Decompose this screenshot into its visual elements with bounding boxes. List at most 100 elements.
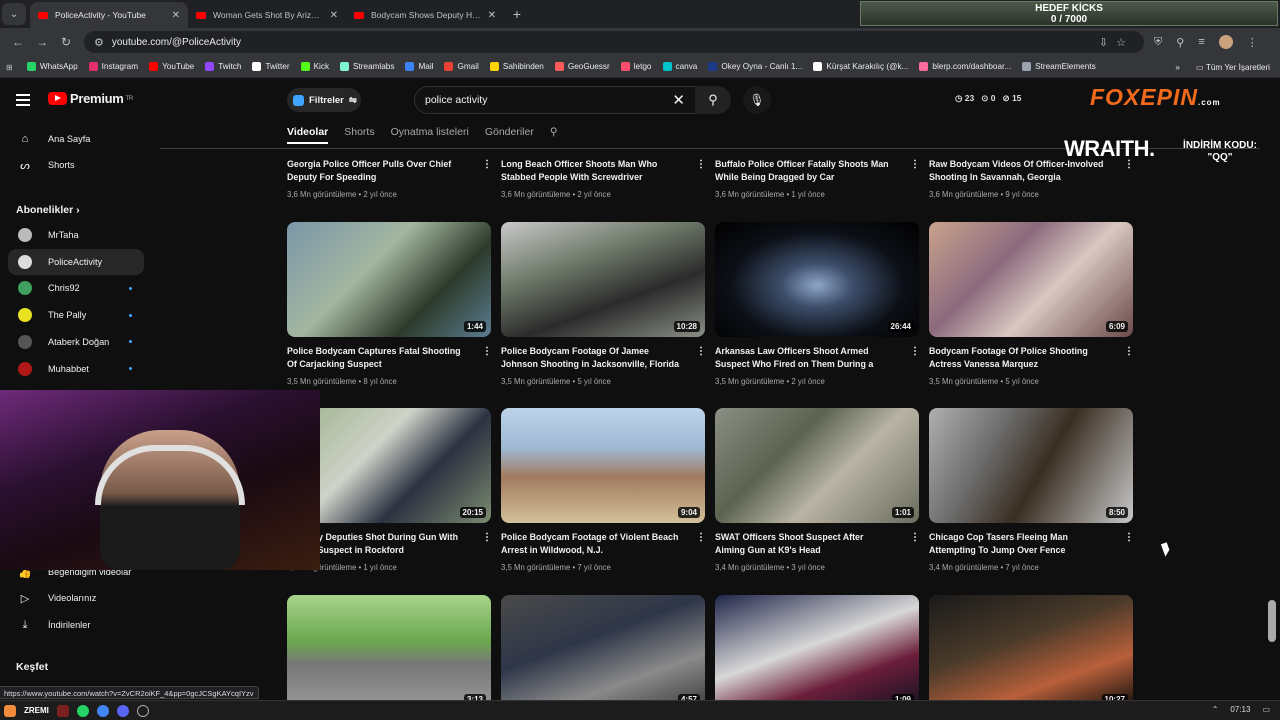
site-info-icon[interactable]: ⚙	[94, 36, 104, 49]
settings-icon[interactable]	[136, 704, 149, 717]
chrome-icon[interactable]	[96, 704, 109, 717]
tray-chevron-icon[interactable]: ⌃	[1212, 705, 1219, 714]
notifications-icon[interactable]: ▭	[1262, 705, 1270, 714]
bookmark-item[interactable]: WhatsApp	[26, 62, 78, 71]
more-options-icon[interactable]: ⋮	[1124, 346, 1134, 357]
bookmark-item[interactable]: Sahibinden	[489, 62, 544, 71]
tab-search-button[interactable]: ⌄	[2, 3, 26, 25]
tab-playlists[interactable]: Oynatma listeleri	[391, 126, 469, 144]
sidebar-item-shorts[interactable]: ᔕ Shorts	[8, 152, 144, 178]
voice-search-button[interactable]: 🎙	[743, 86, 771, 114]
more-options-icon[interactable]: ⋮	[696, 159, 706, 170]
youtube-premium-logo[interactable]: Premium TR	[48, 91, 133, 106]
shield-icon[interactable]: ⛨	[1154, 36, 1162, 49]
video-title[interactable]: Police Bodycam Footage of Violent Beach …	[501, 531, 681, 557]
more-options-icon[interactable]: ⋮	[482, 346, 492, 357]
whatsapp-icon[interactable]	[76, 704, 89, 717]
bookmark-item[interactable]: Twitter	[252, 62, 290, 71]
more-options-icon[interactable]: ⋮	[696, 532, 706, 543]
sidebar-item-downloads[interactable]: ⤓ İndirilenler	[8, 612, 144, 638]
video-thumbnail[interactable]: 1:01	[715, 408, 919, 523]
hamburger-menu-icon[interactable]	[16, 94, 30, 106]
video-thumbnail[interactable]: 10:28	[501, 222, 705, 337]
discord-icon[interactable]	[116, 704, 129, 717]
obs-icon[interactable]	[56, 704, 69, 717]
video-thumbnail[interactable]: 8:50	[929, 408, 1133, 523]
tab-videos[interactable]: Videolar	[287, 126, 329, 144]
install-bookmark-icons[interactable]: ⇩☆	[1099, 36, 1134, 49]
browser-tab[interactable]: Bodycam Shows Deputy Hanging ✕	[346, 2, 504, 28]
video-title[interactable]: Georgia Police Officer Pulls Over Chief …	[287, 158, 467, 184]
video-thumbnail[interactable]: 10:27	[929, 595, 1133, 710]
channel-search-icon[interactable]: ⚲	[550, 126, 558, 144]
bookmark-item[interactable]: StreamElements	[1022, 62, 1096, 71]
extensions-puzzle-icon[interactable]: ⚲	[1176, 36, 1184, 49]
new-tab-button[interactable]: +	[504, 6, 530, 22]
sidebar-item-subscription[interactable]: Chris92	[8, 275, 144, 301]
page-scrollbar-thumb[interactable]	[1268, 600, 1276, 642]
sidebar-item-subscription[interactable]: MrTaha	[8, 222, 144, 248]
browser-tab[interactable]: Woman Gets Shot By Arizona O ✕	[188, 2, 346, 28]
bookmark-item[interactable]: GeoGuessr	[554, 62, 610, 71]
bookmark-item[interactable]: canva	[662, 62, 697, 71]
bookmark-item[interactable]: Kürşat Karakılıç (@k...	[813, 62, 908, 71]
profile-avatar[interactable]	[1218, 35, 1233, 49]
bookmark-item[interactable]: Gmail	[444, 62, 479, 71]
video-thumbnail[interactable]: 3:13	[287, 595, 491, 710]
clear-search-icon[interactable]: ✕	[672, 91, 685, 109]
taskbar-app-label[interactable]: ZREMI	[24, 706, 49, 715]
video-thumbnail[interactable]: 1:44	[287, 222, 491, 337]
bookmark-item[interactable]: Mail	[405, 62, 433, 71]
close-tab-icon[interactable]: ✕	[330, 10, 338, 21]
more-options-icon[interactable]: ⋮	[696, 346, 706, 357]
more-options-icon[interactable]: ⋮	[482, 159, 492, 170]
sidebar-item-subscription[interactable]: The Pally	[8, 302, 144, 328]
reload-icon[interactable]: ↻	[54, 35, 78, 49]
all-bookmarks-folder[interactable]: ▭ Tüm Yer İşaretleri	[1196, 62, 1270, 72]
sidebar-item-subscription[interactable]: Muhabbet	[8, 356, 144, 382]
apps-grid-icon[interactable]: ⊞	[6, 62, 13, 72]
address-bar[interactable]: ⚙ youtube.com/@PoliceActivity ⇩☆	[84, 31, 1144, 53]
sidebar-item-subscription[interactable]: PoliceActivity	[8, 248, 144, 275]
chrome-menu-icon[interactable]: ⋮	[1247, 36, 1258, 49]
sidebar-item-your-videos[interactable]: ▷ Videolarınız	[8, 585, 144, 611]
more-options-icon[interactable]: ⋮	[910, 532, 920, 543]
more-options-icon[interactable]: ⋮	[1124, 532, 1134, 543]
video-title[interactable]: Buffalo Police Officer Fatally Shoots Ma…	[715, 158, 895, 184]
bookmark-item[interactable]: blerp.com/dashboar...	[919, 62, 1011, 71]
more-options-icon[interactable]: ⋮	[910, 346, 920, 357]
video-thumbnail[interactable]: 6:09	[929, 222, 1133, 337]
video-title[interactable]: Long Beach Officer Shoots Man Who Stabbe…	[501, 158, 681, 184]
video-title[interactable]: Chicago Cop Tasers Fleeing Man Attemptin…	[929, 531, 1109, 557]
video-title[interactable]: Arkansas Law Officers Shoot Armed Suspec…	[715, 345, 895, 371]
video-title[interactable]: Bodycam Footage Of Police Shooting Actre…	[929, 345, 1109, 371]
sidebar-item-home[interactable]: ⌂ Ana Sayfa	[8, 126, 144, 152]
close-tab-icon[interactable]: ✕	[488, 10, 496, 21]
bookmark-item[interactable]: Streamlabs	[340, 62, 394, 71]
search-input[interactable]: police activity ✕	[414, 86, 696, 114]
bookmark-item[interactable]: Instagram	[88, 62, 138, 71]
tab-shorts[interactable]: Shorts	[344, 126, 374, 144]
more-options-icon[interactable]: ⋮	[482, 532, 492, 543]
bookmark-item[interactable]: letgo	[620, 62, 652, 71]
sidebar-item-subscription[interactable]: Ataberk Doğan	[8, 329, 144, 355]
video-thumbnail[interactable]: 4:57	[501, 595, 705, 710]
bookmark-item[interactable]: YouTube	[149, 62, 194, 71]
subscriptions-header[interactable]: Abonelikler ›	[16, 204, 80, 216]
more-bookmarks-icon[interactable]: »	[1175, 63, 1180, 72]
close-tab-icon[interactable]: ✕	[172, 10, 180, 21]
video-title[interactable]: Police Bodycam Footage Of Jamee Johnson …	[501, 345, 681, 371]
more-options-icon[interactable]: ⋮	[910, 159, 920, 170]
bookmark-item[interactable]: Twitch	[205, 62, 241, 71]
back-arrow-icon[interactable]: ←	[6, 35, 30, 49]
video-thumbnail[interactable]: 26:44	[715, 222, 919, 337]
search-button[interactable]: ⚲	[695, 86, 731, 114]
video-title[interactable]: SWAT Officers Shoot Suspect After Aiming…	[715, 531, 895, 557]
video-thumbnail[interactable]: 1:09	[715, 595, 919, 710]
bookmark-item[interactable]: Kick	[300, 62, 329, 71]
media-icon[interactable]: ≡	[1198, 36, 1204, 48]
browser-tab[interactable]: PoliceActivity - YouTube ✕	[30, 2, 188, 28]
forward-arrow-icon[interactable]: →	[30, 35, 54, 49]
video-title[interactable]: Police Bodycam Captures Fatal Shooting O…	[287, 345, 467, 371]
bookmark-item[interactable]: Okey Oyna - Canlı 1...	[708, 62, 802, 71]
